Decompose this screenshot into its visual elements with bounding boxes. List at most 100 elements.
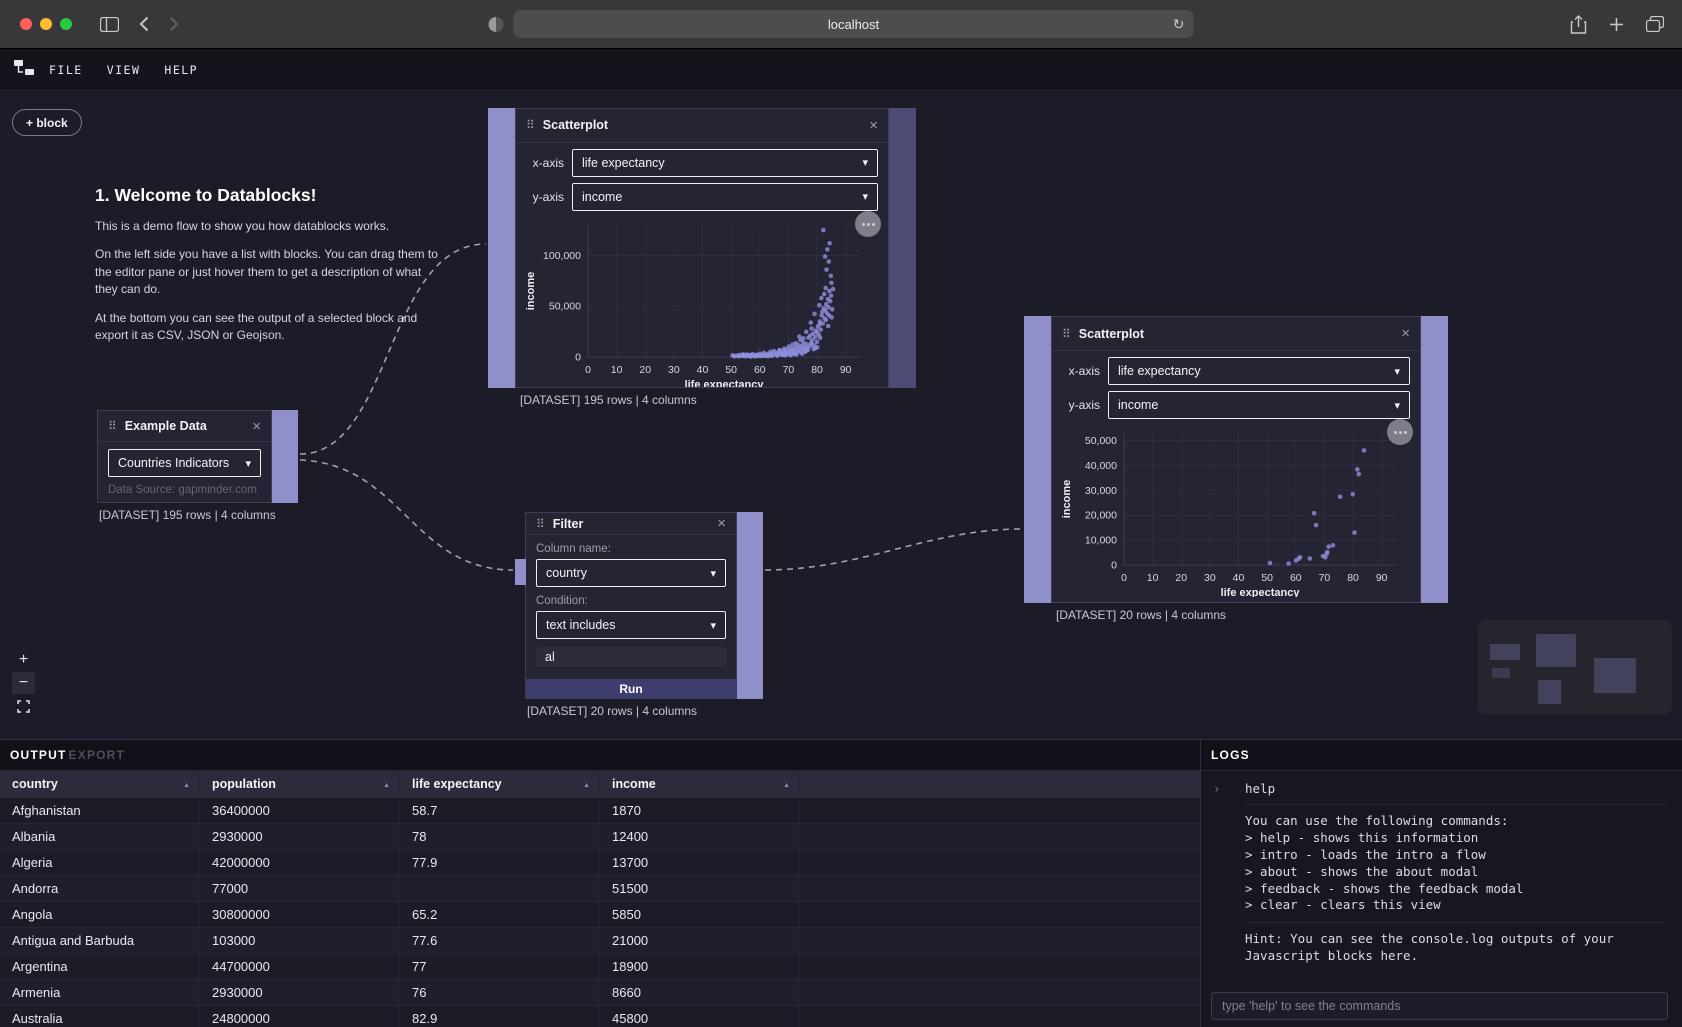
table-cell: Australia: [0, 1006, 200, 1027]
table-row[interactable]: Algeria4200000077.913700: [0, 850, 1200, 876]
new-tab-icon[interactable]: [1609, 17, 1624, 32]
minimap[interactable]: [1478, 620, 1672, 714]
block-scatterplot-1[interactable]: ⠿ Scatterplot × x-axis life expectancy ▾…: [488, 108, 916, 388]
table-row[interactable]: Afghanistan3640000058.71870: [0, 798, 1200, 824]
chevron-down-icon: ▾: [710, 567, 716, 580]
table-cell: 8660: [600, 980, 800, 1005]
table-cell: 77.6: [400, 928, 600, 953]
dataset-select[interactable]: Countries Indicators ▾: [108, 449, 261, 477]
svg-text:income: income: [1061, 480, 1073, 519]
address-bar[interactable]: localhost ↻: [514, 10, 1194, 38]
privacy-shield-icon[interactable]: [489, 17, 504, 32]
output-connector-bar[interactable]: [889, 108, 916, 388]
table-row[interactable]: Antigua and Barbuda10300077.621000: [0, 928, 1200, 954]
more-options-button[interactable]: [855, 211, 881, 237]
input-connector-nub[interactable]: [515, 559, 526, 585]
datablocks-logo-icon[interactable]: [13, 59, 35, 81]
svg-text:0: 0: [1121, 572, 1127, 584]
table-cell: 65.2: [400, 902, 600, 927]
logs-title: LOGS: [1211, 748, 1250, 762]
reload-icon[interactable]: ↻: [1173, 16, 1185, 33]
table-row[interactable]: Angola3080000065.25850: [0, 902, 1200, 928]
block-filter[interactable]: ⠿ Filter × Column name: country ▾ Condit…: [525, 512, 763, 699]
zoom-in-button[interactable]: +: [12, 649, 35, 671]
output-connector-bar[interactable]: [737, 512, 763, 699]
minimize-window-button[interactable]: [40, 18, 52, 30]
column-header-country[interactable]: country▲: [0, 771, 200, 798]
close-icon[interactable]: ×: [1401, 326, 1410, 341]
more-options-button[interactable]: [1387, 419, 1413, 445]
logs-command-input[interactable]: [1211, 992, 1668, 1020]
table-cell: 78: [400, 824, 600, 849]
y-axis-value: income: [1118, 398, 1158, 412]
close-icon[interactable]: ×: [252, 419, 261, 434]
y-axis-select[interactable]: income ▾: [572, 183, 878, 211]
sort-icon[interactable]: ▲: [583, 772, 590, 799]
menu-help[interactable]: HELP: [164, 63, 198, 77]
column-name-label: Column name:: [536, 543, 726, 555]
back-icon[interactable]: [139, 16, 149, 32]
table-cell: 12400: [600, 824, 800, 849]
menu-view[interactable]: VIEW: [107, 63, 141, 77]
output-connector-bar[interactable]: [1421, 316, 1448, 603]
output-table: country▲population▲life expectancy▲incom…: [0, 771, 1200, 1027]
table-cell: 76: [400, 980, 600, 1005]
y-axis-select[interactable]: income ▾: [1108, 391, 1410, 419]
close-window-button[interactable]: [20, 18, 32, 30]
column-select[interactable]: country ▾: [536, 559, 726, 587]
sidebar-toggle-icon[interactable]: [100, 17, 119, 32]
svg-text:80: 80: [811, 364, 823, 376]
drag-handle-icon[interactable]: ⠿: [108, 419, 117, 433]
table-cell: 82.9: [400, 1006, 600, 1027]
svg-text:life expectancy: life expectancy: [1221, 587, 1301, 597]
maximize-window-button[interactable]: [60, 18, 72, 30]
menu-file[interactable]: FILE: [49, 63, 83, 77]
sort-icon[interactable]: ▲: [783, 772, 790, 799]
table-cell: 77000: [200, 876, 400, 901]
tab-output[interactable]: OUTPUT: [10, 748, 67, 762]
drag-handle-icon[interactable]: ⠿: [536, 517, 545, 531]
run-button[interactable]: Run: [526, 679, 736, 698]
output-connector-bar[interactable]: [272, 410, 298, 503]
flow-canvas[interactable]: + block 1. Welcome to Datablocks! This i…: [0, 91, 1682, 739]
condition-select[interactable]: text includes ▾: [536, 611, 726, 639]
tab-overview-icon[interactable]: [1646, 16, 1664, 32]
x-axis-select[interactable]: life expectancy ▾: [572, 149, 878, 177]
welcome-title: 1. Welcome to Datablocks!: [95, 185, 447, 206]
block-example-data[interactable]: ⠿ Example Data × Countries Indicators ▾ …: [97, 410, 298, 503]
column-header-life-expectancy[interactable]: life expectancy▲: [400, 771, 600, 798]
tab-export[interactable]: EXPORT: [69, 748, 126, 762]
drag-handle-icon[interactable]: ⠿: [1062, 327, 1071, 341]
fit-view-button[interactable]: [12, 695, 35, 717]
svg-text:70: 70: [1319, 572, 1331, 584]
dataset-caption: [DATASET] 20 rows | 4 columns: [1056, 608, 1226, 622]
table-row[interactable]: Armenia2930000768660: [0, 980, 1200, 1006]
drag-handle-icon[interactable]: ⠿: [526, 118, 535, 132]
close-icon[interactable]: ×: [717, 516, 726, 531]
x-axis-label: x-axis: [1062, 364, 1100, 378]
log-line: > help - shows this information: [1245, 830, 1668, 847]
column-header-income[interactable]: income▲: [600, 771, 800, 798]
table-row[interactable]: Albania29300007812400: [0, 824, 1200, 850]
block-scatterplot-2[interactable]: ⠿ Scatterplot × x-axis life expectancy ▾…: [1024, 316, 1448, 603]
close-icon[interactable]: ×: [869, 118, 878, 133]
table-row[interactable]: Argentina447000007718900: [0, 954, 1200, 980]
sort-icon[interactable]: ▲: [183, 772, 190, 799]
forward-icon[interactable]: [169, 16, 179, 32]
share-icon[interactable]: [1570, 15, 1587, 34]
add-block-button[interactable]: + block: [12, 109, 82, 136]
column-header-population[interactable]: population▲: [200, 771, 400, 798]
sort-icon[interactable]: ▲: [383, 772, 390, 799]
input-connector-bar[interactable]: [488, 108, 515, 388]
y-axis-label: y-axis: [526, 190, 564, 204]
x-axis-select[interactable]: life expectancy ▾: [1108, 357, 1410, 385]
zoom-out-button[interactable]: −: [12, 672, 35, 694]
filter-value-input[interactable]: [536, 647, 726, 667]
scatterplot-chart-2: 0102030405060708090010,00020,00030,00040…: [1056, 425, 1416, 597]
table-row[interactable]: Australia2480000082.945800: [0, 1006, 1200, 1027]
svg-text:life expectancy: life expectancy: [685, 379, 765, 387]
dataset-value: Countries Indicators: [118, 456, 229, 470]
input-connector-bar[interactable]: [1024, 316, 1051, 603]
table-cell: 58.7: [400, 798, 600, 823]
table-row[interactable]: Andorra7700051500: [0, 876, 1200, 902]
